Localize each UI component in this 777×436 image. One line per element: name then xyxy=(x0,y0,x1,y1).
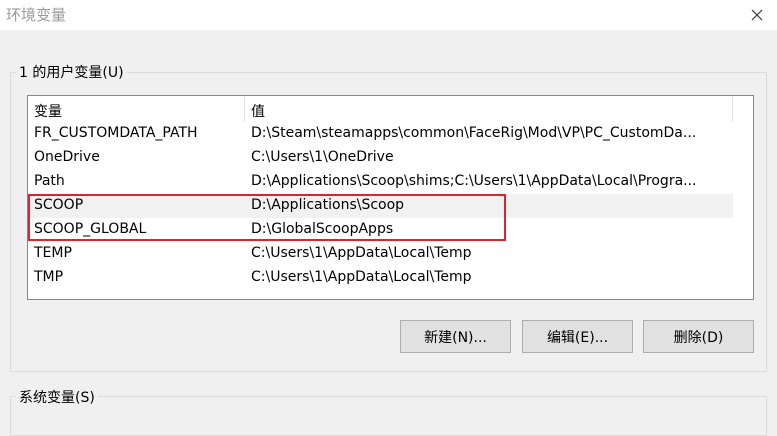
user-variables-list[interactable]: 变量 值 FR_CUSTOMDATA_PATH D:\Steam\steamap… xyxy=(27,95,754,300)
variable-name: Path xyxy=(34,173,65,189)
variable-name: TMP xyxy=(34,269,64,285)
variable-name: OneDrive xyxy=(34,149,100,165)
variable-value: D:\Applications\Scoop xyxy=(251,197,405,213)
system-variables-label: 系统变量(S) xyxy=(16,387,98,407)
table-row[interactable]: FR_CUSTOMDATA_PATH D:\Steam\steamapps\co… xyxy=(28,122,733,146)
column-header-value[interactable]: 值 xyxy=(251,101,265,121)
user-variables-label: 1 的用户变量(U) xyxy=(16,62,127,82)
system-variables-group xyxy=(10,396,767,436)
variable-name: FR_CUSTOMDATA_PATH xyxy=(34,125,198,141)
table-row[interactable]: OneDrive C:\Users\1\OneDrive xyxy=(28,146,733,170)
table-row[interactable]: SCOOP_GLOBAL D:\GlobalScoopApps xyxy=(28,218,733,242)
close-button[interactable] xyxy=(737,0,777,30)
column-header-variable[interactable]: 变量 xyxy=(34,101,62,121)
table-row[interactable]: Path D:\Applications\Scoop\shims;C:\User… xyxy=(28,170,733,194)
variable-name: TEMP xyxy=(34,245,72,261)
variable-value: D:\Steam\steamapps\common\FaceRig\Mod\VP… xyxy=(251,125,697,141)
variable-value: D:\GlobalScoopApps xyxy=(251,221,394,237)
title-bar: 环境变量 xyxy=(0,0,777,30)
new-button[interactable]: 新建(N)... xyxy=(400,320,511,353)
close-icon xyxy=(751,9,763,21)
table-row[interactable]: SCOOP D:\Applications\Scoop xyxy=(28,194,733,218)
list-header: 变量 值 xyxy=(28,96,753,122)
column-separator[interactable] xyxy=(244,96,245,122)
edit-button[interactable]: 编辑(E)... xyxy=(522,320,633,353)
table-row[interactable]: TMP C:\Users\1\AppData\Local\Temp xyxy=(28,266,733,290)
variable-value: C:\Users\1\AppData\Local\Temp xyxy=(251,269,472,285)
variable-value: D:\Applications\Scoop\shims;C:\Users\1\A… xyxy=(251,173,697,189)
delete-button[interactable]: 删除(D) xyxy=(643,320,754,353)
variable-value: C:\Users\1\OneDrive xyxy=(251,149,394,165)
window-title: 环境变量 xyxy=(6,6,67,24)
variable-value: C:\Users\1\AppData\Local\Temp xyxy=(251,245,472,261)
column-separator[interactable] xyxy=(732,96,733,122)
table-row[interactable]: TEMP C:\Users\1\AppData\Local\Temp xyxy=(28,242,733,266)
variable-name: SCOOP xyxy=(34,197,84,213)
variable-name: SCOOP_GLOBAL xyxy=(34,221,147,237)
